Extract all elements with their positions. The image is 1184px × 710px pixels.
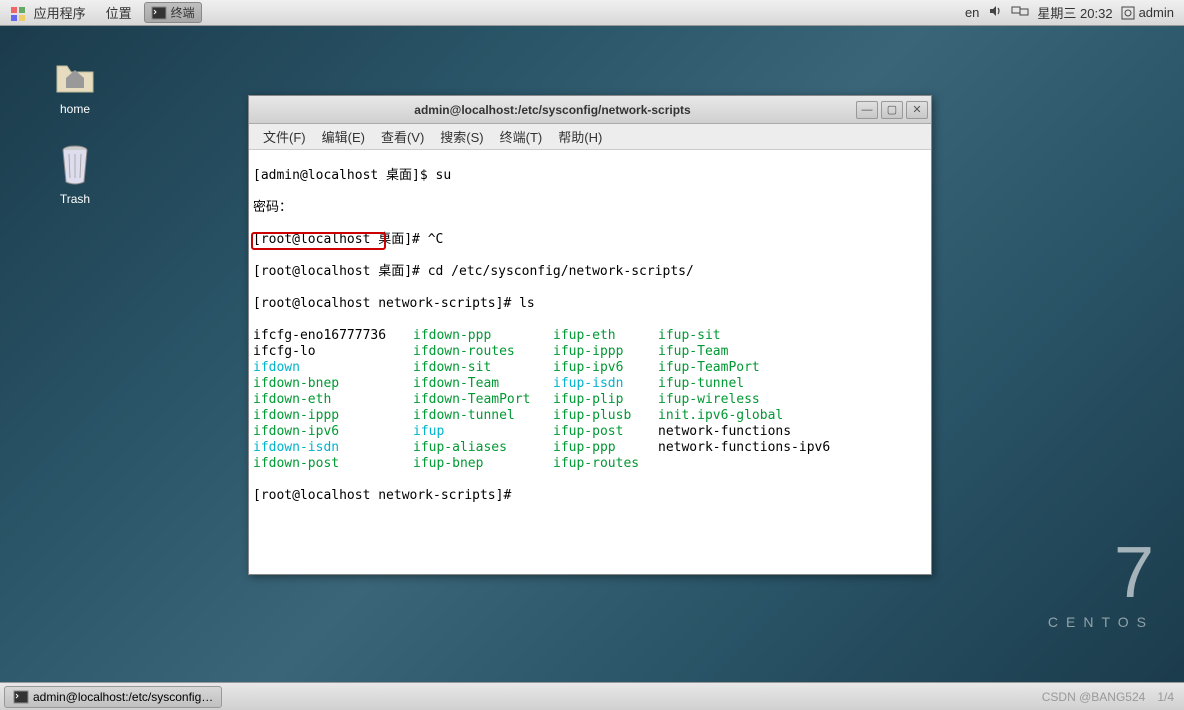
terminal-line: [root@localhost 桌面]# cd /etc/sysconfig/n… bbox=[253, 264, 927, 280]
maximize-button[interactable]: ▢ bbox=[881, 101, 903, 119]
ls-file: ifdown-ippp bbox=[253, 408, 413, 424]
places-menu[interactable]: 位置 bbox=[96, 3, 142, 22]
taskbar-terminal-label: 终端 bbox=[171, 4, 195, 21]
ls-file: ifdown-isdn bbox=[253, 440, 413, 456]
menu-search[interactable]: 搜索(S) bbox=[432, 127, 491, 146]
top-panel: 应用程序 位置 终端 en 星期三 20:32 admin bbox=[0, 0, 1184, 26]
power-icon bbox=[1121, 6, 1135, 20]
bottom-right: CSDN @BANG524 1/4 bbox=[1042, 690, 1184, 704]
centos-version: 7 bbox=[1048, 532, 1154, 614]
ls-file: ifup-wireless bbox=[658, 392, 858, 408]
terminal-line: 密码： bbox=[253, 200, 927, 216]
close-button[interactable]: ✕ bbox=[906, 101, 928, 119]
desktop-home-label: home bbox=[40, 102, 110, 116]
terminal-content[interactable]: [admin@localhost 桌面]$ su 密码： [root@local… bbox=[249, 150, 931, 574]
titlebar[interactable]: admin@localhost:/etc/sysconfig/network-s… bbox=[249, 96, 931, 124]
ls-file: ifdown bbox=[253, 360, 413, 376]
ls-file: ifdown-routes bbox=[413, 344, 553, 360]
ls-file: ifdown-tunnel bbox=[413, 408, 553, 424]
input-lang[interactable]: en bbox=[965, 5, 979, 20]
ls-file: ifdown-bnep bbox=[253, 376, 413, 392]
ls-file: ifup-bnep bbox=[413, 456, 553, 472]
network-icon[interactable] bbox=[1011, 4, 1029, 21]
ls-file: ifup-aliases bbox=[413, 440, 553, 456]
menu-file[interactable]: 文件(F) bbox=[255, 127, 314, 146]
ls-file: ifup-sit bbox=[658, 328, 858, 344]
ls-file: ifdown-post bbox=[253, 456, 413, 472]
ls-file: ifup-plusb bbox=[553, 408, 658, 424]
taskbar-terminal[interactable]: 终端 bbox=[144, 2, 202, 23]
user-label: admin bbox=[1139, 5, 1174, 20]
ls-output: ifcfg-eno16777736ifcfg-loifdownifdown-bn… bbox=[253, 328, 927, 472]
ls-file: ifdown-eth bbox=[253, 392, 413, 408]
ls-file: network-functions-ipv6 bbox=[658, 440, 858, 456]
applications-menu[interactable]: 应用程序 bbox=[0, 3, 96, 23]
terminal-line: [root@localhost network-scripts]# ls bbox=[253, 296, 927, 312]
taskbar-entry[interactable]: admin@localhost:/etc/sysconfig… bbox=[4, 686, 222, 708]
ls-file: ifup-ppp bbox=[553, 440, 658, 456]
volume-icon[interactable] bbox=[987, 3, 1003, 22]
apps-icon bbox=[10, 6, 34, 21]
ls-file: ifdown-ipv6 bbox=[253, 424, 413, 440]
ls-file: ifup-TeamPort bbox=[658, 360, 858, 376]
ls-file: ifcfg-eno16777736 bbox=[253, 328, 413, 344]
ls-file: ifup-Team bbox=[658, 344, 858, 360]
ls-file: ifup-eth bbox=[553, 328, 658, 344]
centos-label: CENTOS bbox=[1048, 614, 1154, 630]
terminal-line: [root@localhost network-scripts]# bbox=[253, 488, 927, 504]
ls-file: ifdown-sit bbox=[413, 360, 553, 376]
terminal-icon bbox=[13, 689, 33, 705]
ls-file: ifup-isdn bbox=[553, 376, 658, 392]
ls-file: ifdown-TeamPort bbox=[413, 392, 553, 408]
ls-file: network-functions bbox=[658, 424, 858, 440]
ls-file: ifdown-ppp bbox=[413, 328, 553, 344]
menu-view[interactable]: 查看(V) bbox=[373, 127, 432, 146]
ls-file: ifdown-Team bbox=[413, 376, 553, 392]
ls-file: ifup-post bbox=[553, 424, 658, 440]
minimize-button[interactable]: — bbox=[856, 101, 878, 119]
centos-watermark: 7 CENTOS bbox=[1048, 532, 1154, 630]
menu-help[interactable]: 帮助(H) bbox=[550, 127, 610, 146]
workspace-indicator[interactable]: 1/4 bbox=[1157, 690, 1174, 704]
home-folder-icon bbox=[51, 50, 99, 98]
ls-file: ifup-routes bbox=[553, 456, 658, 472]
desktop-home[interactable]: home bbox=[40, 50, 110, 116]
terminal-line: [admin@localhost 桌面]$ su bbox=[253, 168, 927, 184]
panel-left: 应用程序 位置 终端 bbox=[0, 1, 204, 24]
menubar: 文件(F) 编辑(E) 查看(V) 搜索(S) 终端(T) 帮助(H) bbox=[249, 124, 931, 150]
ls-file: ifup-ipv6 bbox=[553, 360, 658, 376]
ls-file: init.ipv6-global bbox=[658, 408, 858, 424]
applications-label: 应用程序 bbox=[34, 6, 86, 21]
user-menu[interactable]: admin bbox=[1121, 5, 1174, 20]
taskbar-entry-label: admin@localhost:/etc/sysconfig… bbox=[33, 690, 213, 704]
ls-file bbox=[658, 456, 858, 472]
desktop-trash-label: Trash bbox=[40, 192, 110, 206]
ls-file: ifcfg-lo bbox=[253, 344, 413, 360]
ls-file: ifup-ippp bbox=[553, 344, 658, 360]
menu-terminal[interactable]: 终端(T) bbox=[492, 127, 551, 146]
menu-edit[interactable]: 编辑(E) bbox=[314, 127, 373, 146]
terminal-line: [root@localhost 桌面]# ^C bbox=[253, 232, 927, 248]
desktop-trash[interactable]: Trash bbox=[40, 140, 110, 206]
terminal-icon bbox=[151, 5, 171, 21]
ls-file: ifup-tunnel bbox=[658, 376, 858, 392]
datetime[interactable]: 星期三 20:32 bbox=[1037, 3, 1112, 22]
ls-file: ifup-plip bbox=[553, 392, 658, 408]
terminal-window: admin@localhost:/etc/sysconfig/network-s… bbox=[248, 95, 932, 575]
ls-file: ifup bbox=[413, 424, 553, 440]
trash-icon bbox=[51, 140, 99, 188]
watermark-text: CSDN @BANG524 bbox=[1042, 690, 1146, 704]
panel-right: en 星期三 20:32 admin bbox=[965, 3, 1184, 22]
window-title: admin@localhost:/etc/sysconfig/network-s… bbox=[249, 103, 856, 117]
bottom-panel: admin@localhost:/etc/sysconfig… CSDN @BA… bbox=[0, 682, 1184, 710]
